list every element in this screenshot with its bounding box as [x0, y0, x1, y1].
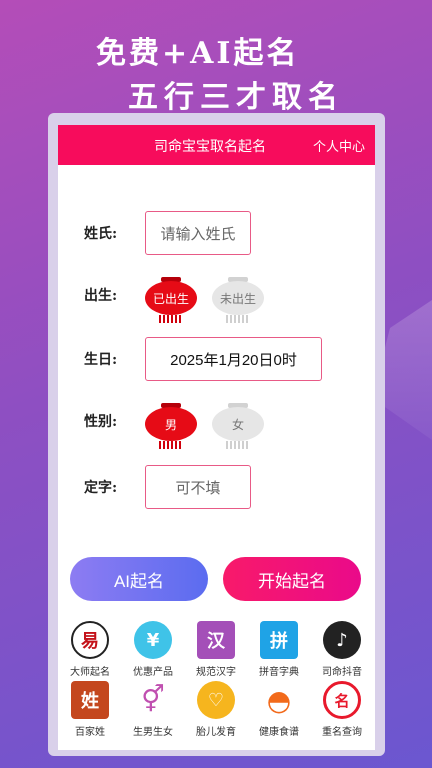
- lantern-fringe: [159, 315, 183, 323]
- feature-label: 规范汉字: [196, 667, 236, 678]
- pinyin-dictionary-icon: 拼: [260, 621, 298, 659]
- birthday-picker[interactable]: 2025年1月20日0时: [145, 337, 322, 381]
- feature-discount-products[interactable]: ¥ 优惠产品: [121, 621, 185, 683]
- fixed-char-label: 定字:: [84, 480, 118, 496]
- app-screen: 司命宝宝取名起名 个人中心 姓氏: 请输入姓氏 出生: 已出生 未出生 生日: …: [58, 125, 375, 750]
- male-option-button[interactable]: 男: [145, 401, 197, 449]
- feature-pinyin-dictionary[interactable]: 拼 拼音字典: [247, 621, 311, 683]
- coupon-icon: ¥: [134, 621, 172, 659]
- feature-master-naming[interactable]: 易 大师起名: [58, 621, 122, 683]
- birthday-row: 生日: 2025年1月20日0时: [58, 335, 375, 383]
- birth-status-row: 出生: 已出生 未出生: [58, 271, 375, 323]
- feature-label: 重名查询: [322, 727, 362, 738]
- lantern-fringe: [226, 441, 250, 449]
- gender-symbol-icon: ⚥: [134, 681, 172, 719]
- start-naming-button[interactable]: 开始起名: [223, 557, 361, 601]
- surname-label: 姓氏:: [84, 226, 118, 242]
- feature-boy-girl[interactable]: ⚥ 生男生女: [121, 681, 185, 743]
- promo-banner: 免费+AI起名 五行三才取名: [0, 0, 432, 115]
- user-center-link[interactable]: 个人中心: [313, 136, 365, 155]
- surname-book-icon: 姓: [71, 681, 109, 719]
- feature-label: 胎儿发育: [196, 727, 236, 738]
- birthday-label: 生日:: [84, 352, 118, 368]
- feature-healthy-recipes[interactable]: ◓ 健康食谱: [247, 681, 311, 743]
- feature-surnames[interactable]: 姓 百家姓: [58, 681, 122, 743]
- gender-label: 性别:: [84, 414, 118, 430]
- feature-douyin[interactable]: ♪ 司命抖音: [310, 621, 374, 683]
- fetus-icon: ♡: [197, 681, 235, 719]
- feature-duplicate-name-search[interactable]: 名 重名查询: [310, 681, 374, 743]
- ai-naming-button[interactable]: AI起名: [70, 557, 208, 601]
- gender-row: 性别: 男 女: [58, 397, 375, 449]
- feature-standard-chars[interactable]: 汉 规范汉字: [184, 621, 248, 683]
- birth-status-label: 出生:: [84, 288, 118, 304]
- name-search-icon: 名: [323, 681, 361, 719]
- female-option-button[interactable]: 女: [212, 401, 264, 449]
- douyin-icon: ♪: [323, 621, 361, 659]
- surname-row: 姓氏: 请输入姓氏: [58, 209, 375, 257]
- promo-headline: 免费+AI起名: [96, 36, 300, 71]
- unborn-option-label: 未出生: [212, 281, 264, 315]
- born-option-label: 已出生: [145, 281, 197, 315]
- feature-label: 优惠产品: [133, 667, 173, 678]
- feature-label: 健康食谱: [259, 727, 299, 738]
- unborn-option-button[interactable]: 未出生: [212, 275, 264, 323]
- feature-label: 生男生女: [133, 727, 173, 738]
- app-top-bar: 司命宝宝取名起名 个人中心: [58, 125, 375, 165]
- lantern-fringe: [226, 315, 250, 323]
- surname-input[interactable]: 请输入姓氏: [145, 211, 251, 255]
- female-option-label: 女: [212, 407, 264, 441]
- feature-label: 司命抖音: [322, 667, 362, 678]
- fixed-char-input[interactable]: 可不填: [145, 465, 251, 509]
- surname-placeholder: 请输入姓氏: [160, 225, 236, 243]
- fixed-char-placeholder: 可不填: [175, 479, 221, 497]
- food-cloche-icon: ◓: [260, 681, 298, 719]
- app-title: 司命宝宝取名起名: [154, 138, 266, 154]
- feature-fetal-development[interactable]: ♡ 胎儿发育: [184, 681, 248, 743]
- chinese-char-icon: 汉: [197, 621, 235, 659]
- phone-frame: 司命宝宝取名起名 个人中心 姓氏: 请输入姓氏 出生: 已出生 未出生 生日: …: [48, 113, 385, 756]
- feature-label: 拼音字典: [259, 667, 299, 678]
- promo-subheadline: 五行三才取名: [128, 80, 344, 115]
- master-seal-icon: 易: [71, 621, 109, 659]
- lantern-fringe: [159, 441, 183, 449]
- fixed-char-row: 定字: 可不填: [58, 463, 375, 511]
- feature-label: 百家姓: [75, 727, 105, 738]
- born-option-button[interactable]: 已出生: [145, 275, 197, 323]
- feature-label: 大师起名: [70, 667, 110, 678]
- male-option-label: 男: [145, 407, 197, 441]
- birthday-value: 2025年1月20日0时: [170, 351, 297, 369]
